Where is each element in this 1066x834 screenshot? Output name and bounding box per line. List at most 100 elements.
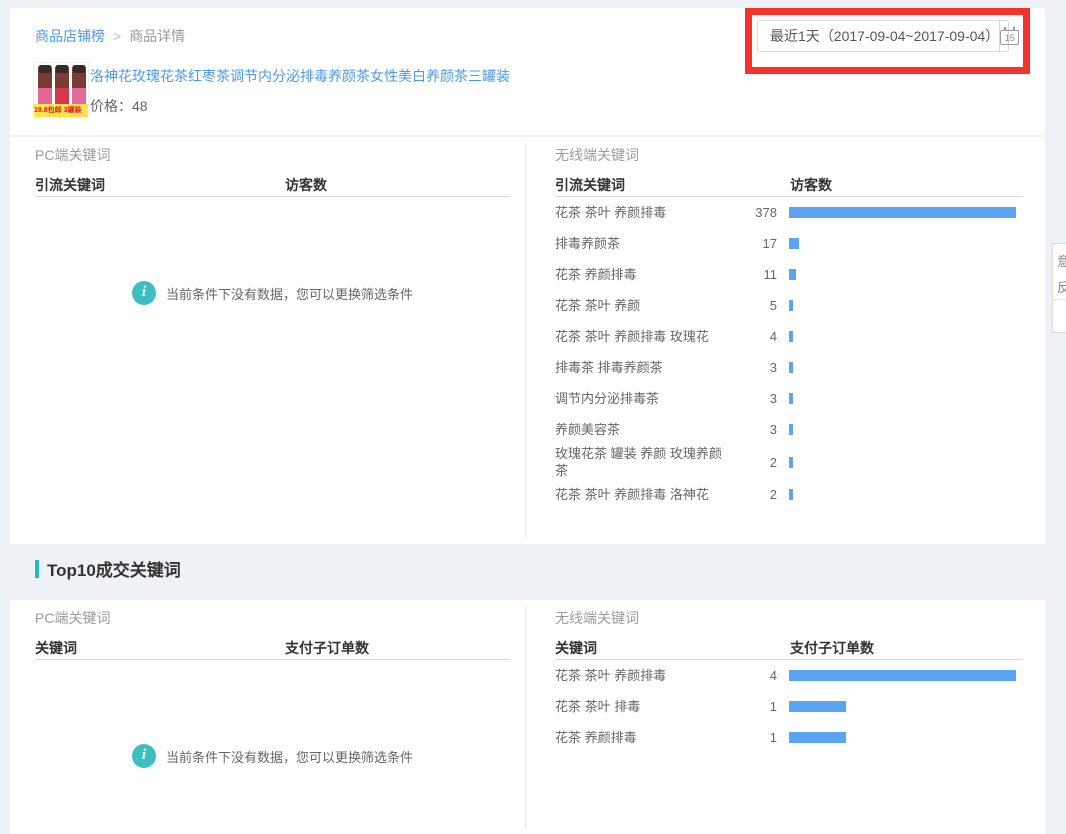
keyword-value: 2 bbox=[730, 455, 777, 470]
keyword-bar bbox=[789, 393, 793, 404]
keyword-label: 排毒养颜茶 bbox=[555, 235, 730, 252]
pc-deal-empty-state: i 当前条件下没有数据，您可以更换筛选条件 bbox=[35, 744, 510, 768]
keyword-value: 5 bbox=[730, 298, 777, 313]
keyword-bar bbox=[789, 331, 793, 342]
feedback-widget[interactable]: 意 反 bbox=[1052, 243, 1066, 333]
empty-state-text: 当前条件下没有数据，您可以更换筛选条件 bbox=[166, 747, 413, 766]
feedback-widget-extra bbox=[1053, 300, 1066, 332]
pc-deal-col1-header: 关键词 bbox=[35, 640, 77, 656]
keyword-label: 花茶 茶叶 排毒 bbox=[555, 698, 730, 715]
info-icon: i bbox=[132, 744, 156, 768]
keyword-label: 养颜美容茶 bbox=[555, 421, 730, 438]
wireless-traffic-title: 无线端关键词 bbox=[555, 145, 639, 165]
keyword-label: 花茶 茶叶 养颜 bbox=[555, 297, 730, 314]
keyword-row: 花茶 茶叶 养颜5 bbox=[555, 290, 1023, 321]
column-divider bbox=[525, 143, 526, 538]
keyword-value: 1 bbox=[730, 730, 777, 745]
keyword-label: 排毒茶 排毒养颜茶 bbox=[555, 359, 730, 376]
traffic-keywords-panel: PC端关键词 引流关键词 访客数 i 当前条件下没有数据，您可以更换筛选条件 无… bbox=[10, 137, 1045, 544]
keyword-value: 11 bbox=[730, 267, 777, 282]
product-title-link[interactable]: 洛神花玫瑰花茶红枣茶调节内分泌排毒养颜茶女性美白养颜茶三罐装 bbox=[90, 66, 510, 86]
calendar-icon: 15 bbox=[1000, 30, 1019, 45]
deal-section-title: Top10成交关键词 bbox=[47, 556, 181, 581]
deal-keywords-panel: PC端关键词 关键词 支付子订单数 i 当前条件下没有数据，您可以更换筛选条件 … bbox=[10, 600, 1045, 834]
info-icon: i bbox=[132, 281, 156, 305]
keyword-row: 排毒茶 排毒养颜茶3 bbox=[555, 352, 1023, 383]
product-image-bottles bbox=[36, 66, 88, 106]
keyword-bar bbox=[789, 362, 793, 373]
wireless-deal-col2-header: 支付子订单数 bbox=[790, 638, 874, 658]
keyword-row: 花茶 茶叶 排毒1 bbox=[555, 691, 1023, 722]
wireless-deal-column: 无线端关键词 关键词 支付子订单数 花茶 茶叶 养颜排毒4花茶 茶叶 排毒1花茶… bbox=[555, 600, 1023, 834]
keyword-row: 花茶 养颜排毒11 bbox=[555, 259, 1023, 290]
keyword-bar bbox=[789, 424, 793, 435]
pc-traffic-column: PC端关键词 引流关键词 访客数 i 当前条件下没有数据，您可以更换筛选条件 bbox=[35, 137, 510, 544]
keyword-label: 调节内分泌排毒茶 bbox=[555, 390, 730, 407]
pc-deal-col2-header: 支付子订单数 bbox=[285, 638, 369, 658]
keyword-label: 花茶 茶叶 养颜排毒 洛神花 bbox=[555, 486, 730, 503]
product-promo-badge: 19.8包邮 3罐装 bbox=[34, 104, 88, 117]
keyword-value: 3 bbox=[730, 422, 777, 437]
keyword-row: 花茶 茶叶 养颜排毒 洛神花2 bbox=[555, 479, 1023, 510]
pc-traffic-title: PC端关键词 bbox=[35, 145, 110, 165]
date-range-picker[interactable]: 最近1天（2017-09-04~2017-09-04） 15 bbox=[757, 20, 1009, 52]
keyword-bar bbox=[789, 701, 846, 712]
keyword-row: 调节内分泌排毒茶3 bbox=[555, 383, 1023, 414]
keyword-row: 花茶 茶叶 养颜排毒 玫瑰花4 bbox=[555, 321, 1023, 352]
wireless-traffic-rows: 花茶 茶叶 养颜排毒378排毒养颜茶17花茶 养颜排毒11花茶 茶叶 养颜5花茶… bbox=[555, 197, 1023, 510]
keyword-label: 玫瑰花茶 罐装 养颜 玫瑰养颜茶 bbox=[555, 445, 730, 479]
breadcrumb-separator: > bbox=[113, 28, 121, 44]
keyword-row: 养颜美容茶3 bbox=[555, 414, 1023, 445]
keyword-bar bbox=[789, 238, 799, 249]
keyword-label: 花茶 茶叶 养颜排毒 bbox=[555, 667, 730, 684]
calendar-button[interactable]: 15 bbox=[999, 21, 1019, 51]
keyword-value: 3 bbox=[730, 391, 777, 406]
table-header-rule bbox=[35, 659, 510, 660]
feedback-widget-label: 意 反 bbox=[1053, 244, 1066, 300]
breadcrumb-current: 商品详情 bbox=[129, 28, 185, 44]
keyword-value: 17 bbox=[730, 236, 777, 251]
keyword-bar bbox=[789, 670, 1016, 681]
table-header-rule bbox=[35, 196, 510, 197]
keyword-label: 花茶 茶叶 养颜排毒 bbox=[555, 204, 730, 221]
empty-state-text: 当前条件下没有数据，您可以更换筛选条件 bbox=[166, 284, 413, 303]
keyword-bar bbox=[789, 269, 796, 280]
pc-traffic-col1-header: 引流关键词 bbox=[35, 177, 105, 193]
keyword-value: 2 bbox=[730, 487, 777, 502]
keyword-bar bbox=[789, 300, 793, 311]
keyword-row: 花茶 茶叶 养颜排毒378 bbox=[555, 197, 1023, 228]
keyword-bar bbox=[789, 207, 1016, 218]
keyword-row: 排毒养颜茶17 bbox=[555, 228, 1023, 259]
product-thumbnail[interactable]: 19.8包邮 3罐装 bbox=[33, 62, 89, 118]
breadcrumb: 商品店铺榜 > 商品详情 bbox=[35, 26, 185, 46]
keyword-row: 花茶 茶叶 养颜排毒4 bbox=[555, 660, 1023, 691]
wireless-deal-title: 无线端关键词 bbox=[555, 608, 639, 628]
wireless-traffic-col1-header: 引流关键词 bbox=[555, 177, 625, 193]
keyword-bar bbox=[789, 489, 793, 500]
keyword-label: 花茶 茶叶 养颜排毒 玫瑰花 bbox=[555, 328, 730, 345]
pc-deal-title: PC端关键词 bbox=[35, 608, 110, 628]
wireless-traffic-column: 无线端关键词 引流关键词 访客数 花茶 茶叶 养颜排毒378排毒养颜茶17花茶 … bbox=[555, 137, 1023, 544]
keyword-label: 花茶 养颜排毒 bbox=[555, 729, 730, 746]
wireless-deal-col1-header: 关键词 bbox=[555, 640, 597, 656]
pc-deal-column: PC端关键词 关键词 支付子订单数 i 当前条件下没有数据，您可以更换筛选条件 bbox=[35, 600, 510, 834]
product-price: 价格：48 bbox=[90, 96, 148, 116]
keyword-bar bbox=[789, 457, 793, 468]
keyword-value: 1 bbox=[730, 699, 777, 714]
deal-section-header: Top10成交关键词 bbox=[35, 556, 181, 581]
breadcrumb-root-link[interactable]: 商品店铺榜 bbox=[35, 28, 105, 44]
section-accent-bar bbox=[35, 560, 39, 578]
keyword-value: 3 bbox=[730, 360, 777, 375]
pc-traffic-col2-header: 访客数 bbox=[285, 175, 327, 195]
pc-traffic-empty-state: i 当前条件下没有数据，您可以更换筛选条件 bbox=[35, 281, 510, 305]
wireless-traffic-col2-header: 访客数 bbox=[790, 175, 832, 195]
keyword-row: 花茶 养颜排毒1 bbox=[555, 722, 1023, 753]
wireless-deal-rows: 花茶 茶叶 养颜排毒4花茶 茶叶 排毒1花茶 养颜排毒1 bbox=[555, 660, 1023, 753]
keyword-value: 4 bbox=[730, 329, 777, 344]
keyword-label: 花茶 养颜排毒 bbox=[555, 266, 730, 283]
date-range-value: 最近1天（2017-09-04~2017-09-04） bbox=[758, 21, 999, 51]
keyword-bar bbox=[789, 732, 846, 743]
keyword-value: 378 bbox=[730, 205, 777, 220]
column-divider bbox=[525, 606, 526, 828]
keyword-value: 4 bbox=[730, 668, 777, 683]
